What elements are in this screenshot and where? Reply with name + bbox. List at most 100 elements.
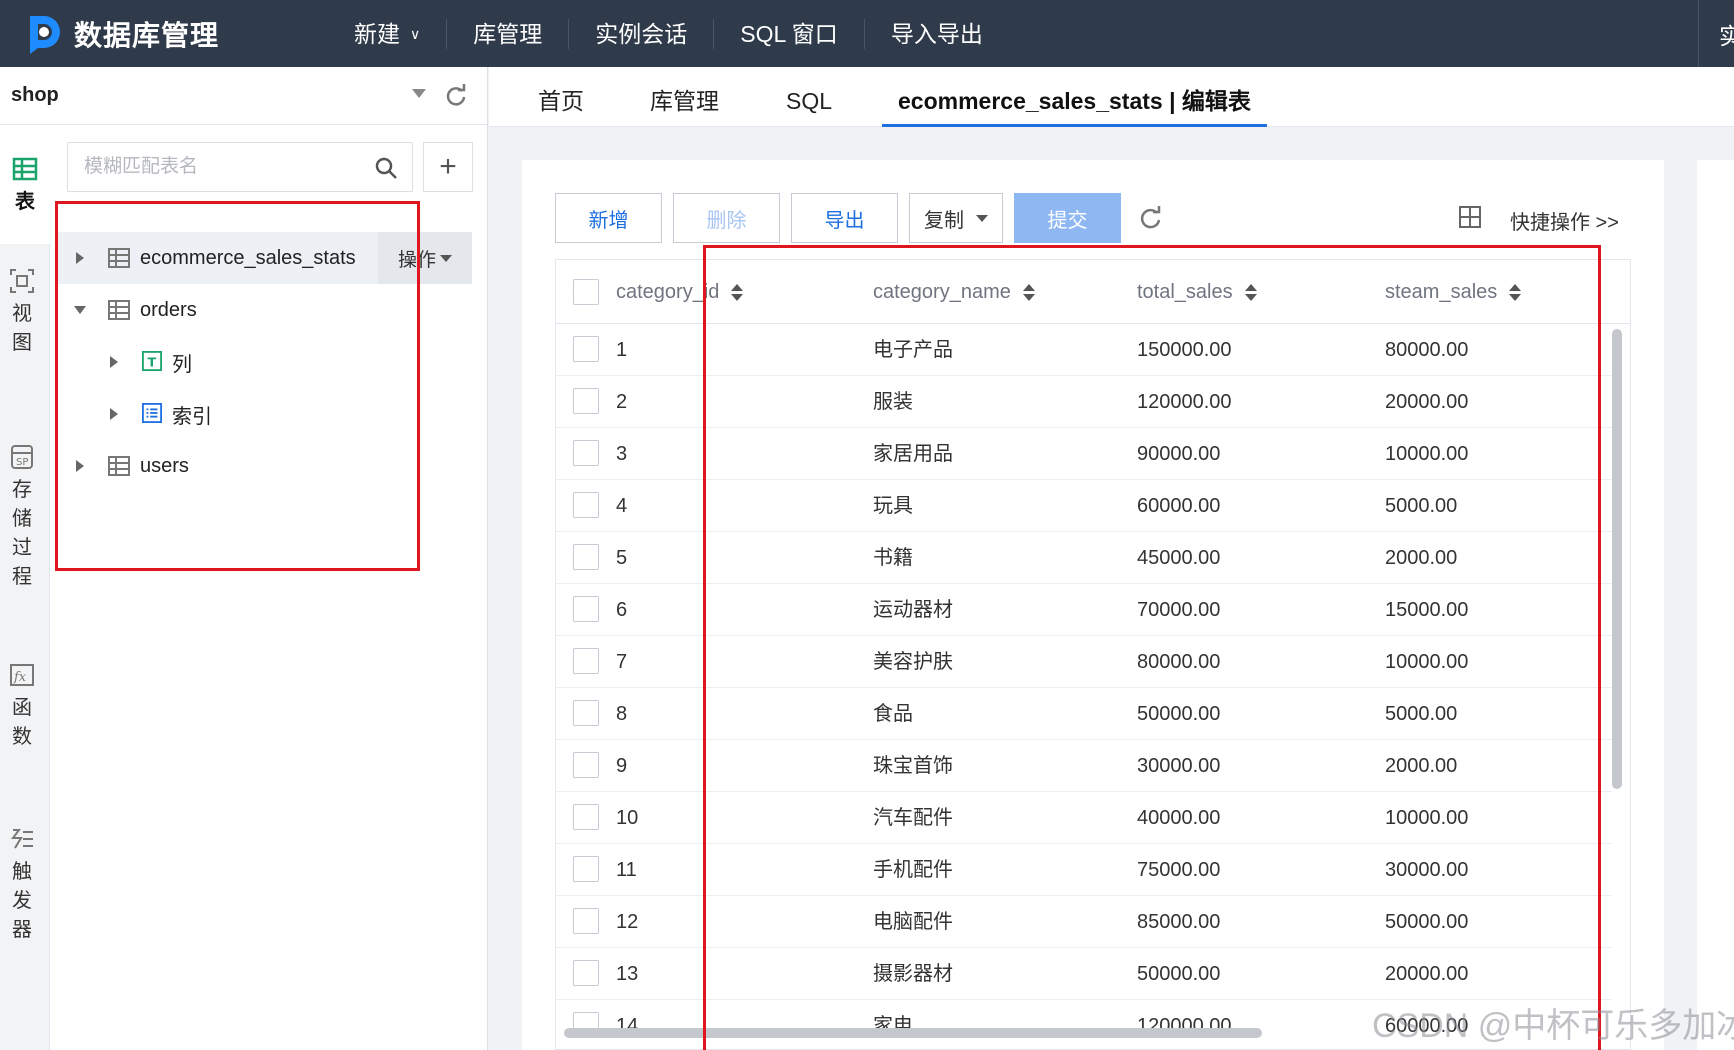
- export-button[interactable]: 导出: [791, 193, 898, 243]
- caret-down-icon[interactable]: [412, 89, 426, 98]
- cell-total-sales[interactable]: 50000.00: [1137, 688, 1220, 740]
- row-checkbox[interactable]: [573, 856, 599, 882]
- nav-new[interactable]: 新建 ∨: [328, 18, 448, 49]
- grid-layout-icon[interactable]: [1458, 205, 1482, 229]
- row-checkbox[interactable]: [573, 700, 599, 726]
- table-row[interactable]: 5 书籍 45000.00 2000.00: [556, 532, 1612, 584]
- table-row[interactable]: 13 摄影器材 50000.00 20000.00: [556, 948, 1612, 1000]
- table-row[interactable]: 12 电脑配件 85000.00 50000.00: [556, 896, 1612, 948]
- cell-category-name[interactable]: 玩具: [873, 480, 913, 532]
- cell-category-name[interactable]: 运动器材: [873, 584, 953, 636]
- app-logo[interactable]: 数据库管理: [22, 12, 282, 56]
- cell-steam-sales[interactable]: 5000.00: [1385, 480, 1457, 532]
- tab-db-management[interactable]: 库管理: [650, 67, 719, 127]
- cell-category-name[interactable]: 珠宝首饰: [873, 740, 953, 792]
- table-row[interactable]: 10 汽车配件 40000.00 10000.00: [556, 792, 1612, 844]
- row-checkbox[interactable]: [573, 804, 599, 830]
- cell-category-name[interactable]: 家居用品: [873, 428, 953, 480]
- row-checkbox[interactable]: [573, 648, 599, 674]
- nav-instance[interactable]: 实例: [1698, 0, 1734, 67]
- cell-steam-sales[interactable]: 10000.00: [1385, 636, 1468, 688]
- sort-icon[interactable]: [1022, 283, 1035, 302]
- cell-total-sales[interactable]: 50000.00: [1137, 948, 1220, 1000]
- cell-category-name[interactable]: 汽车配件: [873, 792, 953, 844]
- vertical-scrollbar[interactable]: [1612, 329, 1622, 789]
- table-row[interactable]: 3 家居用品 90000.00 10000.00: [556, 428, 1612, 480]
- rail-tables[interactable]: 表: [0, 126, 50, 244]
- rail-stored-procedures[interactable]: SP 存储过程: [11, 444, 33, 592]
- cell-steam-sales[interactable]: 5000.00: [1385, 688, 1457, 740]
- sort-icon[interactable]: [731, 283, 744, 302]
- rail-triggers[interactable]: 触发器: [11, 826, 33, 945]
- cell-total-sales[interactable]: 45000.00: [1137, 532, 1220, 584]
- cell-total-sales[interactable]: 40000.00: [1137, 792, 1220, 844]
- database-selector[interactable]: shop: [0, 67, 487, 125]
- cell-total-sales[interactable]: 80000.00: [1137, 636, 1220, 688]
- row-checkbox[interactable]: [573, 336, 599, 362]
- cell-steam-sales[interactable]: 15000.00: [1385, 584, 1468, 636]
- cell-category-id[interactable]: 2: [616, 376, 627, 428]
- cell-category-name[interactable]: 摄影器材: [873, 948, 953, 1000]
- cell-steam-sales[interactable]: 10000.00: [1385, 792, 1468, 844]
- cell-steam-sales[interactable]: 50000.00: [1385, 896, 1468, 948]
- delete-row-button[interactable]: 删除: [673, 193, 780, 243]
- expand-arrow-icon[interactable]: [110, 356, 118, 368]
- tree-item-users[interactable]: users: [56, 440, 472, 492]
- tree-item-indexes[interactable]: 索引: [56, 388, 472, 440]
- cell-total-sales[interactable]: 120000.00: [1137, 376, 1232, 428]
- row-checkbox[interactable]: [573, 492, 599, 518]
- cell-category-id[interactable]: 10: [616, 792, 638, 844]
- table-row[interactable]: 9 珠宝首饰 30000.00 2000.00: [556, 740, 1612, 792]
- submit-button[interactable]: 提交: [1014, 193, 1121, 243]
- table-search-input[interactable]: [68, 143, 358, 191]
- table-row[interactable]: 7 美容护肤 80000.00 10000.00: [556, 636, 1612, 688]
- tab-edit-table[interactable]: ecommerce_sales_stats | 编辑表: [882, 67, 1267, 127]
- select-all-checkbox[interactable]: [573, 279, 599, 305]
- cell-category-id[interactable]: 11: [616, 844, 637, 896]
- cell-category-id[interactable]: 7: [616, 636, 627, 688]
- cell-total-sales[interactable]: 70000.00: [1137, 584, 1220, 636]
- cell-steam-sales[interactable]: 2000.00: [1385, 532, 1457, 584]
- cell-category-id[interactable]: 6: [616, 584, 627, 636]
- cell-category-id[interactable]: 4: [616, 480, 627, 532]
- cell-total-sales[interactable]: 90000.00: [1137, 428, 1220, 480]
- cell-steam-sales[interactable]: 80000.00: [1385, 324, 1468, 376]
- copy-dropdown-button[interactable]: 复制: [909, 193, 1003, 243]
- cell-total-sales[interactable]: 150000.00: [1137, 324, 1232, 376]
- cell-category-id[interactable]: 3: [616, 428, 627, 480]
- cell-category-name[interactable]: 美容护肤: [873, 636, 953, 688]
- table-actions-dropdown[interactable]: 操作: [378, 232, 472, 284]
- tree-item-ecommerce-sales-stats[interactable]: ecommerce_sales_stats 操作: [56, 232, 472, 284]
- table-row[interactable]: 1 电子产品 150000.00 80000.00: [556, 324, 1612, 376]
- sort-icon[interactable]: [1509, 283, 1522, 302]
- cell-category-name[interactable]: 服装: [873, 376, 913, 428]
- cell-category-name[interactable]: 家电: [873, 1000, 913, 1049]
- quick-actions-link[interactable]: 快捷操作 >>: [1510, 206, 1619, 235]
- rail-functions[interactable]: fx 函数: [10, 662, 34, 752]
- row-checkbox[interactable]: [573, 752, 599, 778]
- row-checkbox[interactable]: [573, 960, 599, 986]
- tab-home[interactable]: 首页: [538, 67, 584, 127]
- cell-category-name[interactable]: 手机配件: [873, 844, 953, 896]
- row-checkbox[interactable]: [573, 908, 599, 934]
- column-header-steam-sales[interactable]: steam_sales: [1385, 260, 1522, 324]
- cell-steam-sales[interactable]: 10000.00: [1385, 428, 1468, 480]
- expand-arrow-icon[interactable]: [76, 252, 84, 264]
- table-row[interactable]: 11 手机配件 75000.00 30000.00: [556, 844, 1612, 896]
- add-row-button[interactable]: 新增: [555, 193, 662, 243]
- cell-category-id[interactable]: 5: [616, 532, 627, 584]
- cell-total-sales[interactable]: 120000.00: [1137, 1000, 1232, 1049]
- cell-category-id[interactable]: 1: [616, 324, 627, 376]
- cell-steam-sales[interactable]: 2000.00: [1385, 740, 1457, 792]
- column-header-category-id[interactable]: category_id: [616, 260, 744, 324]
- refresh-icon[interactable]: [1138, 205, 1164, 231]
- refresh-icon[interactable]: [444, 83, 468, 107]
- nav-import-export[interactable]: 导入导出: [865, 19, 1009, 49]
- table-row[interactable]: 8 食品 50000.00 5000.00: [556, 688, 1612, 740]
- nav-db-management[interactable]: 库管理: [447, 18, 570, 49]
- cell-total-sales[interactable]: 30000.00: [1137, 740, 1220, 792]
- table-row[interactable]: 2 服装 120000.00 20000.00: [556, 376, 1612, 428]
- row-checkbox[interactable]: [573, 596, 599, 622]
- row-checkbox[interactable]: [573, 544, 599, 570]
- cell-category-id[interactable]: 13: [616, 948, 638, 1000]
